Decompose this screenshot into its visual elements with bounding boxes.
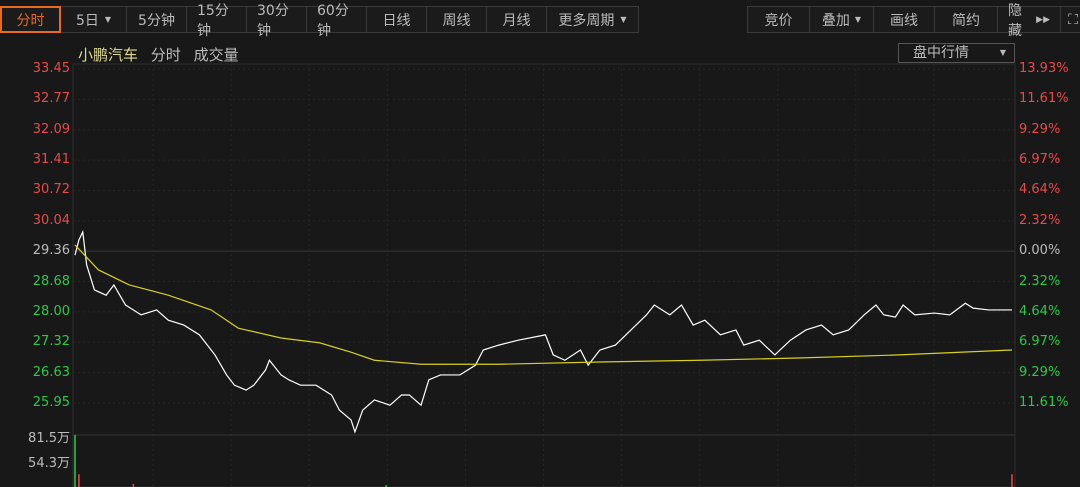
intraday-chart[interactable] [0, 0, 1080, 487]
price-line [74, 229, 1012, 434]
